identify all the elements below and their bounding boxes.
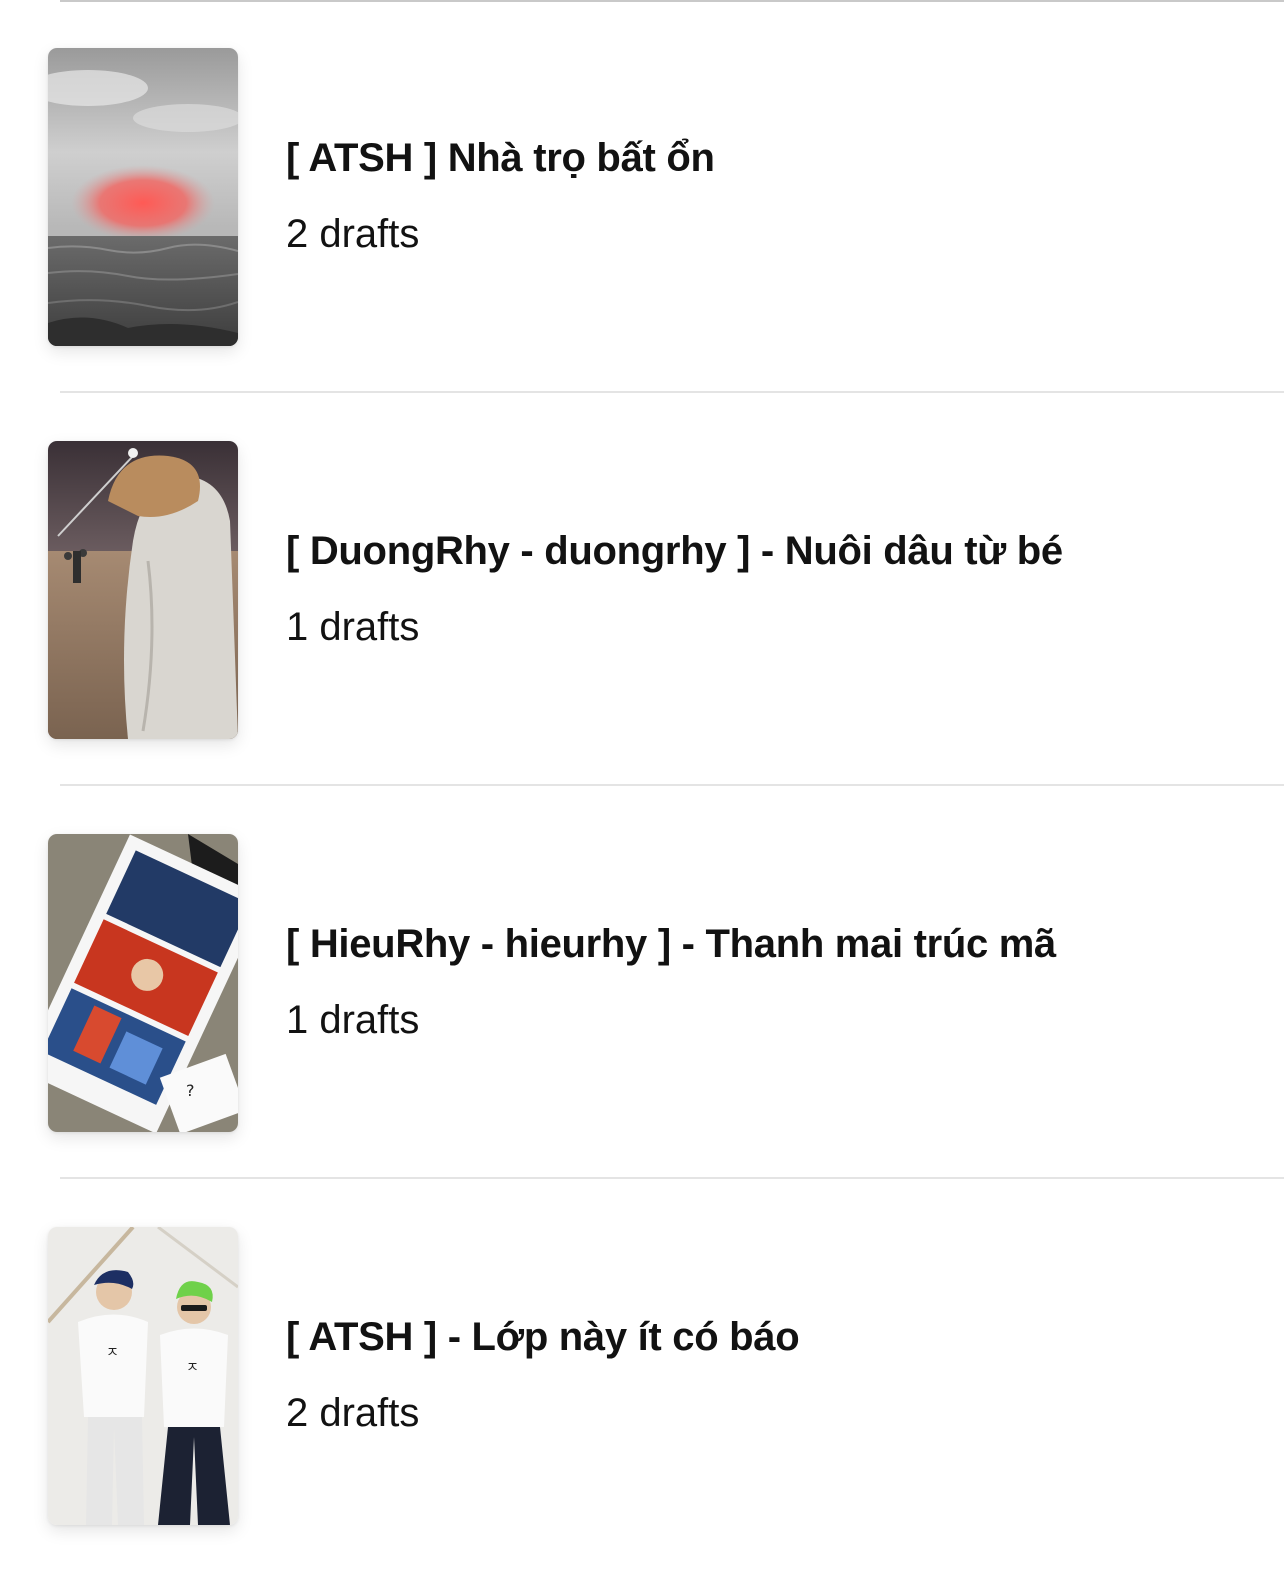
story-cover-image[interactable] <box>48 441 238 739</box>
story-title[interactable]: [ DuongRhy - duongrhy ] - Nuôi dâu từ bé <box>286 529 1063 574</box>
svg-text:ㅈ: ㅈ <box>106 1345 119 1361</box>
story-cover-image[interactable]: ㅈ ㅈ <box>48 1227 238 1525</box>
story-title[interactable]: [ ATSH ] - Lớp này ít có báo <box>286 1315 800 1360</box>
drafts-count: 2 drafts <box>286 212 420 256</box>
story-row[interactable]: [ DuongRhy - duongrhy ] - Nuôi dâu từ bé… <box>0 393 1284 786</box>
story-cover-image[interactable]: ? <box>48 834 238 1132</box>
cover-image-photo-strips-icon: ? <box>48 834 238 1132</box>
svg-text:?: ? <box>186 1081 195 1100</box>
cover-image-beach-night-icon <box>48 441 238 739</box>
story-cover-image[interactable] <box>48 48 238 346</box>
story-title[interactable]: [ ATSH ] Nhà trọ bất ổn <box>286 136 715 181</box>
drafts-count: 1 drafts <box>286 605 420 649</box>
story-row[interactable]: [ ATSH ] Nhà trọ bất ổn 2 drafts <box>0 0 1284 393</box>
svg-text:ㅈ: ㅈ <box>186 1360 199 1376</box>
cover-image-two-people-icon: ㅈ ㅈ <box>48 1227 238 1525</box>
story-row[interactable]: ? [ HieuRhy - hieurhy ] - Thanh mai trúc… <box>0 786 1284 1179</box>
drafts-count: 1 drafts <box>286 998 420 1042</box>
story-title[interactable]: [ HieuRhy - hieurhy ] - Thanh mai trúc m… <box>286 922 1056 967</box>
story-row[interactable]: ㅈ ㅈ [ ATSH ] - Lớp này ít có báo 2 draft… <box>0 1179 1284 1572</box>
cover-image-sunset-sea-icon <box>48 48 238 346</box>
drafts-count: 2 drafts <box>286 1391 420 1435</box>
